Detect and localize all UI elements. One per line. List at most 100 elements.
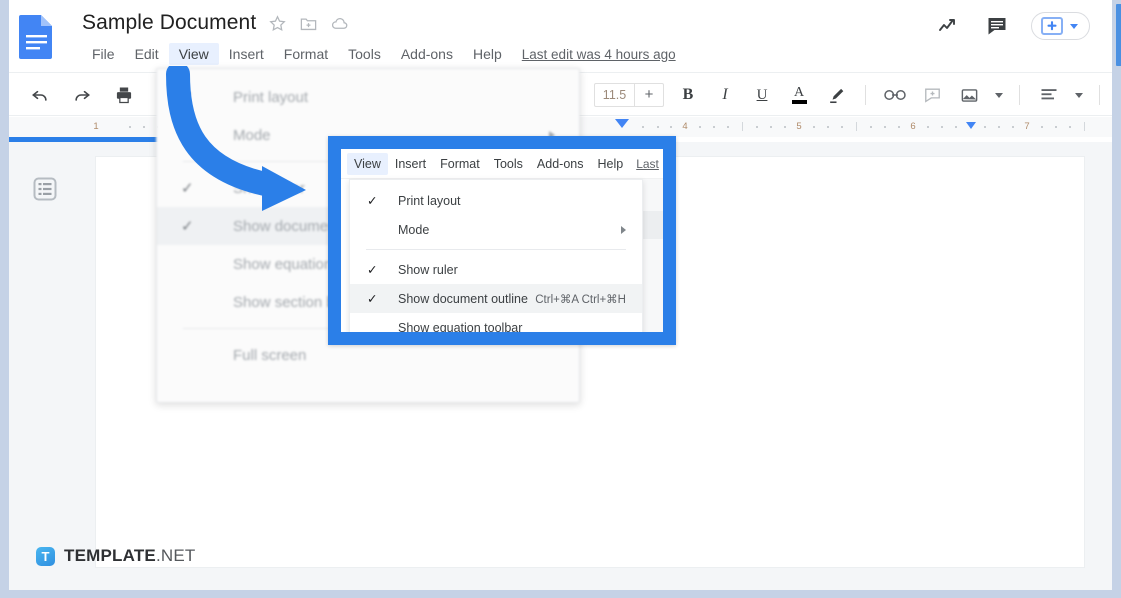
callout-item-label: Show document outline xyxy=(398,291,528,306)
callout-last-edit-status[interactable]: Last xyxy=(636,157,659,171)
callout-item-label: Show ruler xyxy=(398,262,458,277)
check-icon: ✓ xyxy=(181,218,194,235)
text-color-glyph: A xyxy=(793,85,805,101)
check-icon: ✓ xyxy=(367,292,378,306)
menu-tools[interactable]: Tools xyxy=(338,43,391,65)
bold-button[interactable]: B xyxy=(675,82,701,108)
template-net-logo: T TEMPLATE.NET xyxy=(36,546,195,566)
toolbar-divider-2 xyxy=(1019,85,1020,105)
callout-item-label: Show equation toolbar xyxy=(398,320,523,333)
italic-button[interactable]: I xyxy=(712,82,738,108)
window-gutter-left xyxy=(0,0,9,598)
logo-word-template: TEMPLATE xyxy=(64,546,156,565)
activity-dashboard-icon[interactable] xyxy=(935,12,963,40)
text-color-button[interactable]: A xyxy=(786,82,812,108)
app-header: Sample Document File Edit View Insert Fo… xyxy=(9,0,1121,72)
view-menu-label: Show ruler xyxy=(233,179,305,197)
callout-menu-addons[interactable]: Add-ons xyxy=(530,153,591,175)
check-icon: ✓ xyxy=(181,89,194,106)
header-right-accent-bar xyxy=(1116,4,1121,66)
callout-menu-help[interactable]: Help xyxy=(590,153,630,175)
font-size-value[interactable]: 11.5 xyxy=(595,84,635,106)
document-outline-icon[interactable] xyxy=(30,174,60,204)
ruler-number-7: 7 xyxy=(1024,121,1030,132)
check-icon: ✓ xyxy=(367,194,378,208)
left-indent-marker[interactable] xyxy=(615,119,629,128)
check-icon: ✓ xyxy=(181,180,194,197)
callout-item-label: Mode xyxy=(398,222,430,237)
print-icon[interactable] xyxy=(111,82,137,108)
add-comment-icon[interactable] xyxy=(919,82,945,108)
header-actions xyxy=(935,12,1090,40)
main-menubar: File Edit View Insert Format Tools Add-o… xyxy=(82,42,676,66)
menu-view[interactable]: View xyxy=(168,43,219,65)
toolbar-right-group: 11.5 + B I U A xyxy=(594,73,1121,117)
toolbar-divider-3 xyxy=(1099,85,1100,105)
view-menu-label: Print layout xyxy=(233,88,309,106)
menu-help[interactable]: Help xyxy=(463,43,512,65)
callout-item-show-ruler[interactable]: ✓ Show ruler xyxy=(350,255,642,284)
callout-item-label: Print layout xyxy=(398,193,461,208)
more-options-icon[interactable]: ⋯ xyxy=(1116,82,1121,108)
ruler-number-4: 4 xyxy=(682,121,688,132)
app-root: Sample Document File Edit View Insert Fo… xyxy=(0,0,1121,598)
menu-format[interactable]: Format xyxy=(274,43,338,65)
insert-image-icon[interactable] xyxy=(956,82,982,108)
ruler-number-6: 6 xyxy=(910,121,916,132)
callout-menu-format[interactable]: Format xyxy=(433,153,487,175)
view-menu-label: Mode xyxy=(233,126,271,144)
callout-menu-tools[interactable]: Tools xyxy=(487,153,530,175)
menu-insert[interactable]: Insert xyxy=(219,43,274,65)
redo-icon[interactable] xyxy=(69,82,95,108)
move-to-folder-icon[interactable] xyxy=(299,14,318,33)
callout-content: Document View Insert Format Tools Add-on… xyxy=(341,149,663,332)
view-menu-item-print-layout[interactable]: ✓ Print layout xyxy=(157,78,579,116)
submenu-arrow-icon xyxy=(621,225,626,234)
undo-icon[interactable] xyxy=(27,82,53,108)
callout-item-mode[interactable]: Mode xyxy=(350,215,642,244)
template-net-logo-mark: T xyxy=(36,546,55,566)
align-dropdown-caret[interactable] xyxy=(1075,92,1083,98)
share-dropdown-caret[interactable] xyxy=(1070,23,1078,29)
check-icon: ✓ xyxy=(367,263,378,277)
share-button[interactable] xyxy=(1031,12,1090,40)
highlight-color-button[interactable] xyxy=(823,82,849,108)
toolbar-divider xyxy=(865,85,866,105)
callout-menu-view[interactable]: View xyxy=(347,152,388,175)
toolbar-left-group xyxy=(19,73,179,117)
window-gutter-bottom xyxy=(0,590,1121,598)
menu-file[interactable]: File xyxy=(82,43,125,65)
page-title[interactable]: Sample Document xyxy=(82,11,256,35)
align-icon[interactable] xyxy=(1036,82,1062,108)
callout-item-show-equation-toolbar[interactable]: Show equation toolbar xyxy=(350,313,642,333)
callout-item-print-layout[interactable]: ✓ Print layout xyxy=(350,186,642,215)
right-indent-marker[interactable] xyxy=(966,122,976,129)
callout-menubar: View Insert Format Tools Add-ons Help La… xyxy=(341,149,663,179)
template-net-wordmark: TEMPLATE.NET xyxy=(64,546,195,566)
callout-page-backdrop-shade xyxy=(643,211,663,239)
callout-item-show-document-outline[interactable]: ✓ Show document outline Ctrl+⌘A Ctrl+⌘H xyxy=(350,284,642,313)
insert-image-dropdown-caret[interactable] xyxy=(995,92,1003,98)
callout-divider xyxy=(366,249,626,250)
logo-word-net: .NET xyxy=(155,546,196,565)
ruler-number-1: 1 xyxy=(93,121,99,132)
insert-link-icon[interactable] xyxy=(882,82,908,108)
document-title-row: Sample Document xyxy=(82,8,349,38)
zoom-callout-box: Document View Insert Format Tools Add-on… xyxy=(328,136,676,345)
star-icon[interactable] xyxy=(268,14,287,33)
underline-button[interactable]: U xyxy=(749,82,775,108)
callout-menu-insert[interactable]: Insert xyxy=(388,153,433,175)
comments-icon[interactable] xyxy=(983,12,1011,40)
text-color-swatch xyxy=(791,100,807,104)
cloud-saved-icon[interactable] xyxy=(330,14,349,33)
google-docs-file-icon xyxy=(18,13,55,59)
font-size-stepper[interactable]: 11.5 + xyxy=(594,83,664,107)
callout-view-dropdown[interactable]: ✓ Print layout Mode ✓ Show ruler ✓ Show … xyxy=(349,179,643,332)
last-edit-status[interactable]: Last edit was 4 hours ago xyxy=(522,47,676,62)
callout-page-backdrop xyxy=(643,179,663,332)
callout-item-shortcut: Ctrl+⌘A Ctrl+⌘H xyxy=(535,293,626,306)
menu-edit[interactable]: Edit xyxy=(125,43,169,65)
view-menu-label: Full screen xyxy=(233,346,307,364)
font-size-increase-button[interactable]: + xyxy=(635,84,663,106)
menu-addons[interactable]: Add-ons xyxy=(391,43,463,65)
